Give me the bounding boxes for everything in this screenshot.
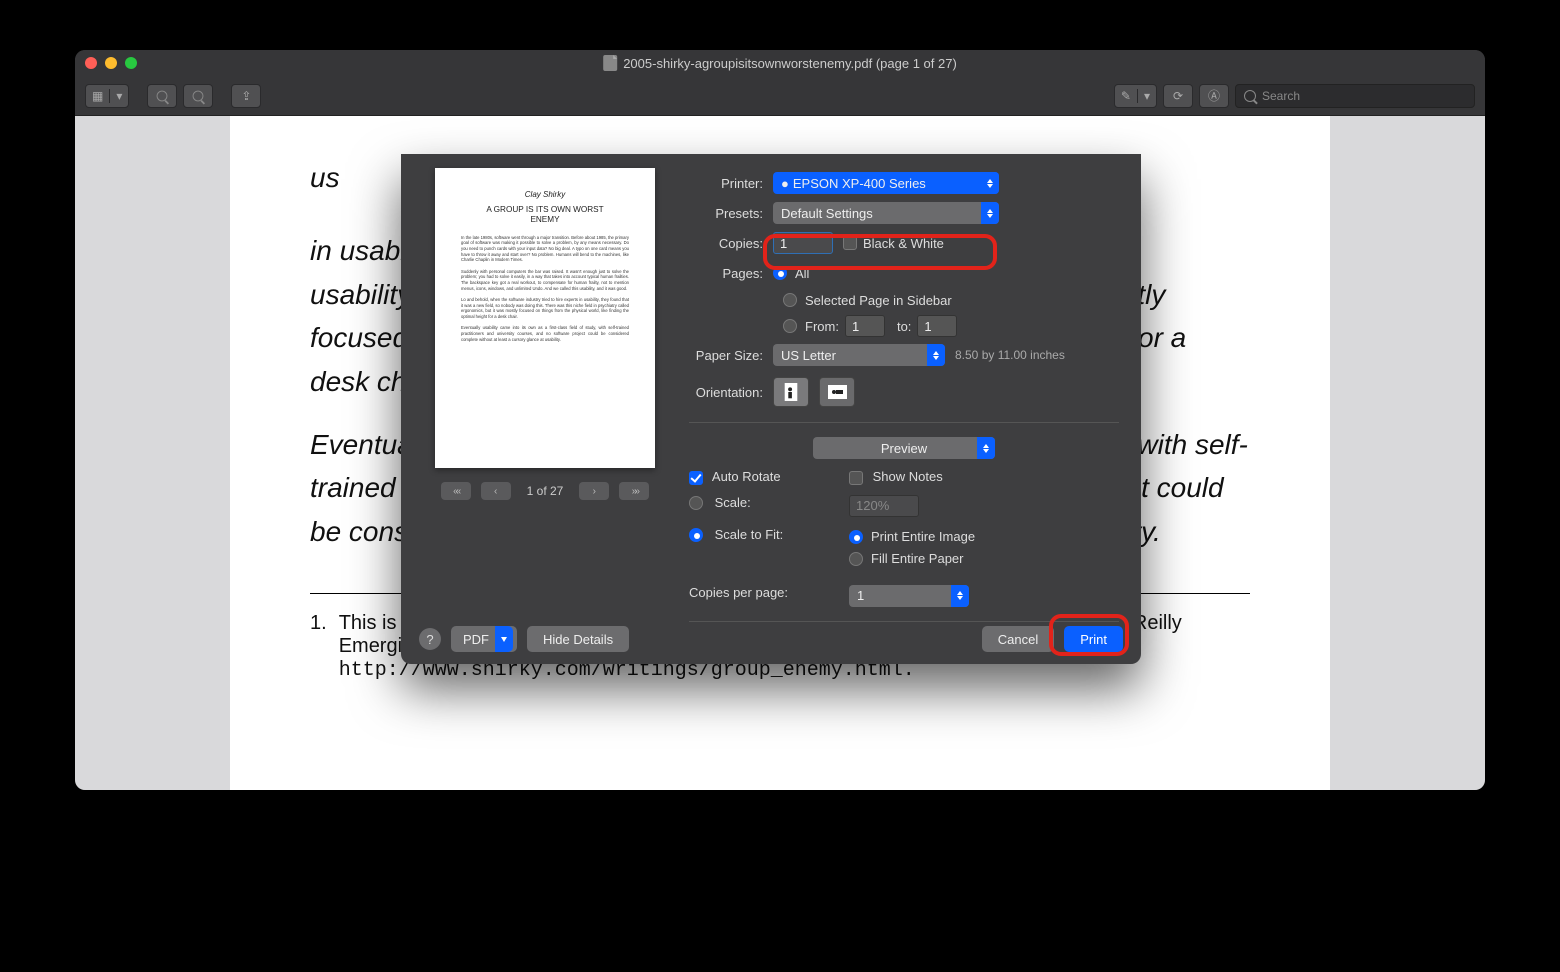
dialog-footer: ? PDF Hide Details Cancel Print: [401, 614, 1141, 664]
zoom-window-button[interactable]: [125, 57, 137, 69]
section-value: Preview: [821, 441, 987, 456]
print-button[interactable]: Print: [1064, 626, 1123, 652]
auto-rotate-checkbox[interactable]: [689, 471, 703, 485]
toolbar: ▦▾ ⇪ ✎▾ ⟳ Ⓐ Search: [75, 76, 1485, 116]
section-select[interactable]: Preview: [813, 437, 995, 459]
thumb-title: A GROUP IS ITS OWN WORST ENEMY: [477, 205, 613, 225]
prev-page-button[interactable]: ‹: [481, 482, 511, 500]
pages-selected-radio[interactable]: [783, 293, 797, 307]
titlebar: 2005-shirky-agroupisitsownworstenemy.pdf…: [75, 50, 1485, 76]
copies-label: Copies:: [689, 236, 773, 251]
window-title: 2005-shirky-agroupisitsownworstenemy.pdf…: [603, 55, 957, 71]
copies-input[interactable]: 1: [773, 232, 833, 254]
chevron-updown-icon: [927, 344, 945, 366]
preview-app-window: 2005-shirky-agroupisitsownworstenemy.pdf…: [75, 50, 1485, 790]
first-page-button[interactable]: ««: [441, 482, 471, 500]
printer-select[interactable]: ● EPSON XP-400 Series: [773, 172, 999, 194]
cancel-button[interactable]: Cancel: [982, 626, 1054, 652]
scale-label: Scale:: [715, 495, 751, 510]
footnote-number: 1.: [310, 612, 327, 682]
show-notes-label: Show Notes: [873, 469, 943, 484]
auto-rotate-label: Auto Rotate: [712, 469, 781, 484]
page-thumbnail: Clay Shirky A GROUP IS ITS OWN WORST ENE…: [435, 168, 655, 468]
printer-value: EPSON XP-400 Series: [793, 176, 926, 191]
window-controls: [85, 57, 137, 69]
papersize-value: US Letter: [781, 348, 836, 363]
pdf-menu-button[interactable]: PDF: [451, 626, 517, 652]
hide-details-button[interactable]: Hide Details: [527, 626, 629, 652]
print-dialog: Clay Shirky A GROUP IS ITS OWN WORST ENE…: [401, 154, 1141, 664]
pages-selected-label: Selected Page in Sidebar: [805, 293, 952, 308]
window-title-text: 2005-shirky-agroupisitsownworstenemy.pdf…: [623, 56, 957, 71]
pages-range-radio[interactable]: [783, 319, 797, 333]
fill-entire-paper-radio[interactable]: [849, 552, 863, 566]
zoom-out-button[interactable]: [147, 84, 177, 108]
divider: [689, 422, 1119, 423]
papersize-dimensions: 8.50 by 11.00 inches: [945, 348, 1065, 362]
search-icon: [1244, 90, 1256, 102]
close-window-button[interactable]: [85, 57, 97, 69]
bw-label: Black & White: [863, 236, 944, 251]
chevron-updown-icon: [981, 202, 999, 224]
search-placeholder: Search: [1262, 89, 1300, 103]
presets-label: Presets:: [689, 206, 773, 221]
orientation-label: Orientation:: [689, 385, 773, 400]
bw-checkbox[interactable]: [843, 236, 857, 250]
sidebar-toggle[interactable]: ▦▾: [85, 84, 129, 108]
presets-value: Default Settings: [781, 206, 873, 221]
scale-radio[interactable]: [689, 496, 703, 510]
chevron-updown-icon: [977, 437, 995, 459]
print-entire-image-radio[interactable]: [849, 530, 863, 544]
zoom-in-button[interactable]: [183, 84, 213, 108]
rotate-button[interactable]: ⟳: [1163, 84, 1193, 108]
print-preview-pane: Clay Shirky A GROUP IS ITS OWN WORST ENE…: [423, 168, 667, 604]
print-entire-image-label: Print Entire Image: [871, 529, 975, 544]
chevron-updown-icon: [951, 585, 969, 607]
copies-per-page-value: 1: [857, 588, 864, 603]
pages-label: Pages:: [689, 266, 773, 281]
thumbnail-pager: «« ‹ 1 of 27 › »»: [441, 482, 650, 500]
orientation-portrait[interactable]: [773, 377, 809, 407]
pages-all-label: All: [795, 266, 809, 281]
copies-per-page-select[interactable]: 1: [849, 585, 969, 607]
pages-from-input[interactable]: 1: [845, 315, 885, 337]
scale-to-fit-label: Scale to Fit:: [715, 527, 784, 542]
orientation-landscape[interactable]: [819, 377, 855, 407]
markup-button[interactable]: Ⓐ: [1199, 84, 1229, 108]
pages-from-label: From:: [805, 319, 839, 334]
scale-to-fit-radio[interactable]: [689, 528, 703, 542]
document-icon: [603, 55, 617, 71]
papersize-label: Paper Size:: [689, 348, 773, 363]
pages-all-radio[interactable]: [773, 266, 787, 280]
copies-per-page-label: Copies per page:: [689, 585, 788, 600]
chevron-updown-icon: [981, 172, 999, 194]
share-button[interactable]: ⇪: [231, 84, 261, 108]
papersize-select[interactable]: US Letter: [773, 344, 945, 366]
presets-select[interactable]: Default Settings: [773, 202, 999, 224]
next-page-button[interactable]: ›: [579, 482, 609, 500]
search-field[interactable]: Search: [1235, 84, 1475, 108]
thumb-author: Clay Shirky: [453, 190, 637, 199]
printer-label: Printer:: [689, 176, 773, 191]
chevron-down-icon: [495, 626, 513, 652]
help-button[interactable]: ?: [419, 628, 441, 650]
fill-entire-paper-label: Fill Entire Paper: [871, 551, 963, 566]
thumb-body: In the late 1980s, software went through…: [453, 235, 637, 343]
show-notes-checkbox[interactable]: [849, 471, 863, 485]
page-indicator: 1 of 27: [521, 484, 570, 498]
minimize-window-button[interactable]: [105, 57, 117, 69]
pages-to-label: to:: [897, 319, 911, 334]
scale-input: 120%: [849, 495, 919, 517]
highlight-tool[interactable]: ✎▾: [1114, 84, 1157, 108]
pages-to-input[interactable]: 1: [917, 315, 957, 337]
last-page-button[interactable]: »»: [619, 482, 649, 500]
print-options: Printer: ● EPSON XP-400 Series Presets: …: [689, 168, 1119, 604]
